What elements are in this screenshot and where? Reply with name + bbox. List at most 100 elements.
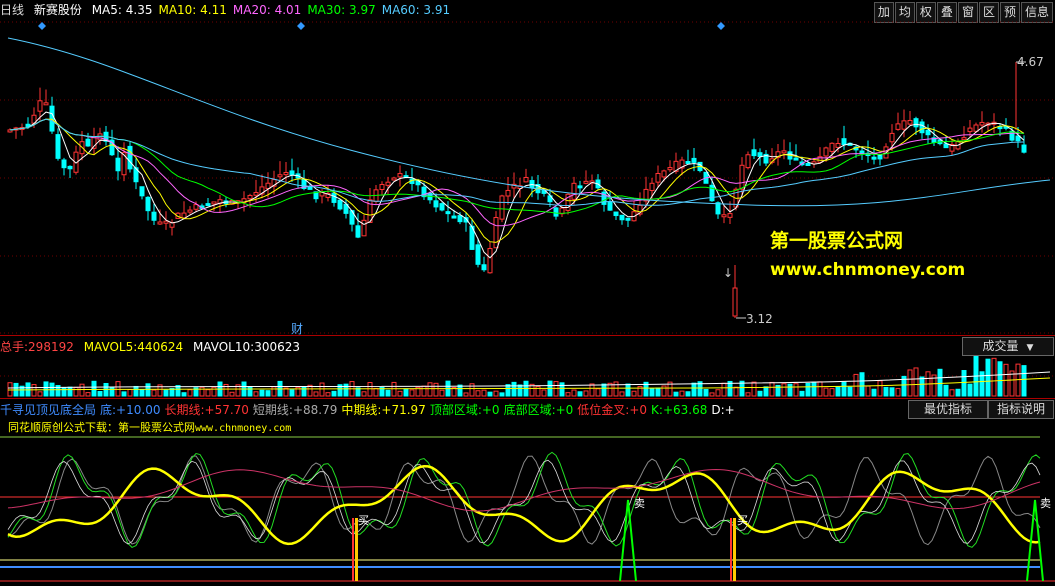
volume-bar bbox=[913, 367, 919, 397]
volume-bar bbox=[271, 386, 277, 397]
volume-bar bbox=[709, 392, 715, 397]
candle-body bbox=[715, 202, 721, 215]
volume-bar bbox=[625, 383, 631, 397]
volume-bar bbox=[259, 389, 265, 397]
candle-body bbox=[283, 171, 289, 176]
volume-bar bbox=[919, 376, 925, 397]
indicator-legend-item: 顶部区域:+0 bbox=[429, 403, 500, 417]
candle-body bbox=[907, 119, 913, 125]
volume-bar bbox=[853, 373, 859, 397]
buy-signal-bar bbox=[733, 518, 736, 581]
candle-body bbox=[97, 133, 103, 141]
candle-body bbox=[745, 154, 751, 169]
volume-bar bbox=[73, 386, 79, 397]
indicator-legend-item: 短期线:+88.79 bbox=[252, 403, 338, 417]
candle-body bbox=[181, 212, 187, 219]
volume-bar bbox=[427, 382, 433, 397]
volume-bar bbox=[679, 390, 685, 397]
indicator-legend-item: 中期线:+71.97 bbox=[341, 403, 426, 417]
volume-bar bbox=[313, 391, 319, 397]
watermark-url: www.chnmoney.com bbox=[770, 260, 966, 280]
volume-bar bbox=[847, 386, 853, 397]
volume-bar bbox=[907, 369, 913, 397]
candle-body bbox=[139, 186, 145, 197]
k-line bbox=[7, 451, 1041, 548]
ma-line bbox=[9, 118, 1025, 214]
volume-bar bbox=[745, 392, 751, 397]
candle-body bbox=[583, 180, 589, 184]
candle-body bbox=[823, 147, 829, 157]
volume-bar bbox=[145, 383, 151, 397]
volume-bar bbox=[769, 381, 775, 397]
volume-bar bbox=[829, 388, 835, 397]
volume-bar bbox=[331, 390, 337, 397]
indicator-legend-item: 底部区域:+0 bbox=[503, 403, 574, 417]
candle-body bbox=[607, 201, 613, 211]
candle-body bbox=[889, 132, 895, 143]
candle-body bbox=[85, 138, 91, 147]
candle-body bbox=[289, 170, 295, 176]
candle-body bbox=[277, 174, 283, 178]
volume-bar bbox=[577, 391, 583, 397]
candle-body bbox=[49, 105, 55, 132]
volume-bar bbox=[151, 389, 157, 397]
indicator-help-button[interactable]: 指标说明 bbox=[988, 400, 1054, 419]
candle-body bbox=[727, 213, 733, 218]
buy-signal-bar bbox=[730, 518, 732, 581]
sell-signal-label: 卖 bbox=[634, 497, 645, 510]
volume-bar bbox=[361, 391, 367, 397]
candle-body bbox=[307, 186, 313, 190]
candle-body bbox=[925, 129, 931, 136]
candle-body bbox=[211, 201, 217, 205]
candle-body bbox=[205, 203, 211, 207]
indicator-info-bar: 千寻见顶见底全局 底:+10.00 长期线:+57.70 短期线:+88.79 中期线:… bbox=[0, 400, 900, 420]
chart-canvas[interactable]: 买 买 卖 卖 bbox=[0, 0, 1055, 586]
buy-signal-label: 买 bbox=[358, 514, 369, 527]
volume-bar bbox=[541, 389, 547, 397]
price-high-label: 4.67 bbox=[1017, 55, 1044, 69]
indicator-legend-item: 千寻见顶见底全局 bbox=[0, 403, 97, 417]
volume-bar bbox=[385, 389, 391, 397]
volume-bar bbox=[985, 358, 991, 397]
candle-body bbox=[397, 173, 403, 178]
candle-body bbox=[67, 165, 73, 170]
indicator-subtitle: 同花顺原创公式下载：第一股票公式网www.chnmoney.com bbox=[8, 421, 292, 434]
candle-body bbox=[265, 182, 271, 189]
volume-bar bbox=[943, 384, 949, 397]
candle-body bbox=[151, 211, 157, 221]
volume-bar bbox=[835, 386, 841, 397]
candle-body bbox=[877, 154, 883, 160]
candle-body bbox=[553, 207, 559, 217]
volume-bar bbox=[883, 386, 889, 397]
candle-body bbox=[757, 152, 763, 158]
candle-body bbox=[445, 211, 451, 215]
candle-body bbox=[115, 157, 121, 172]
volume-bar bbox=[793, 383, 799, 397]
volume-bar bbox=[781, 383, 787, 397]
volume-bar bbox=[631, 390, 637, 397]
volume-bar bbox=[871, 388, 877, 397]
volume-bar bbox=[97, 391, 103, 397]
volume-bar bbox=[859, 372, 865, 397]
candle-body bbox=[973, 124, 979, 132]
volume-bar bbox=[421, 385, 427, 397]
candle-body bbox=[979, 121, 985, 126]
candle-body bbox=[145, 196, 151, 212]
best-indicator-button[interactable]: 最优指标 bbox=[908, 400, 988, 419]
candle-body bbox=[919, 121, 925, 134]
volume-bar bbox=[247, 386, 253, 397]
volume-total-label: 总手: bbox=[0, 340, 29, 354]
mavol5-label: MAVOL5: bbox=[83, 340, 138, 354]
volume-bar bbox=[649, 388, 655, 397]
candle-body bbox=[61, 159, 67, 169]
volume-bar bbox=[373, 387, 379, 397]
candle-body bbox=[163, 220, 169, 224]
volume-bar bbox=[343, 383, 349, 397]
candle-body bbox=[781, 150, 787, 154]
volume-select-button[interactable]: 成交量 ▼ bbox=[962, 337, 1054, 356]
volume-bar bbox=[805, 382, 811, 397]
candle-body bbox=[655, 172, 661, 183]
volume-bar bbox=[865, 385, 871, 397]
candle-body bbox=[649, 182, 655, 191]
candle-body bbox=[451, 215, 457, 219]
